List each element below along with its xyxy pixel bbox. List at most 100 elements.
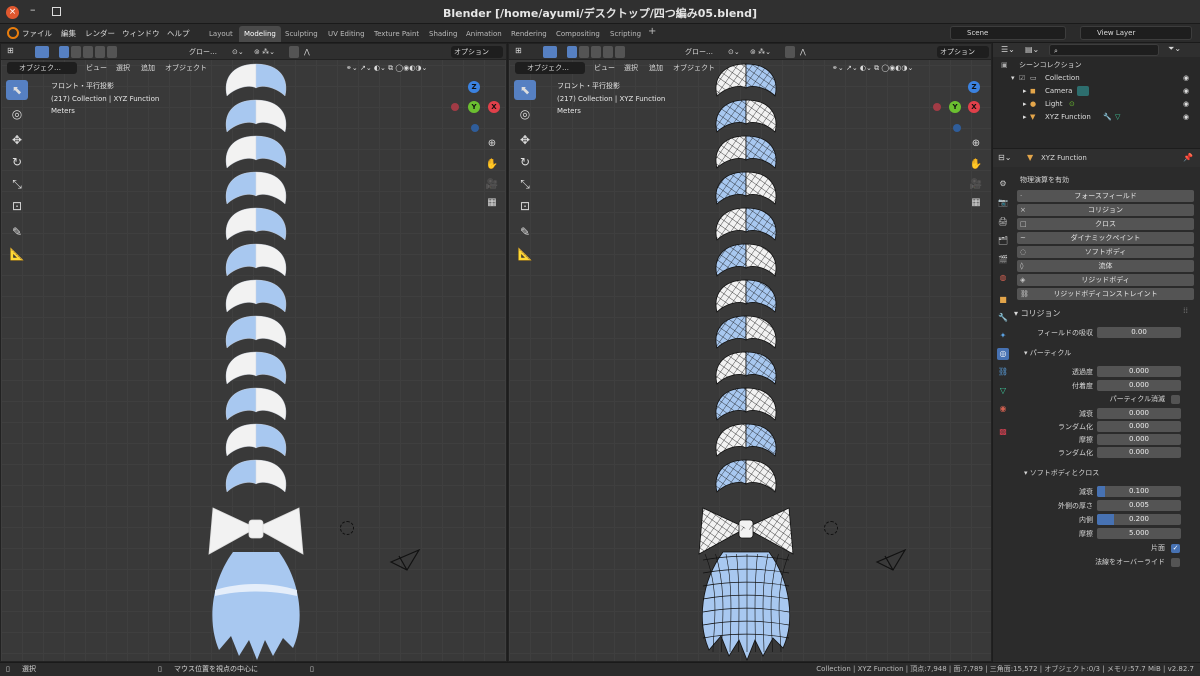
particle-panel-header[interactable]: ▾ パーティクル: [1024, 348, 1071, 358]
number-field[interactable]: 0.005: [1097, 500, 1181, 511]
scale-tool-icon[interactable]: ⤡: [514, 174, 536, 194]
viewport-left[interactable]: ⊞ グロー… ⊙⌄ ⊚ ⁂⌄ ⋀ オプション オブジェク… ビュー 選択 追加 …: [0, 43, 507, 662]
number-field[interactable]: 0.000: [1097, 408, 1181, 419]
editor-type-icon[interactable]: ⊞: [7, 46, 21, 58]
visibility-eye-icon[interactable]: ◉: [1183, 98, 1189, 111]
rotate-tool-icon[interactable]: ↻: [6, 152, 28, 172]
select-mode-intersect-icon[interactable]: [615, 46, 625, 58]
select-mode-subtract-icon[interactable]: [83, 46, 93, 58]
outliner-item-collection[interactable]: ▾ ☑ ▭ Collection ◉: [993, 72, 1200, 85]
gizmo-neg-x[interactable]: [451, 103, 459, 111]
gizmo-x[interactable]: X: [488, 101, 500, 113]
object-tab-icon[interactable]: ■: [997, 294, 1009, 306]
editor-type-icon[interactable]: ⊞: [515, 46, 529, 58]
shading-icons[interactable]: ⚭⌄ ↗⌄ ◐⌄ ⧉ ◯◉◐◑⌄: [343, 62, 430, 74]
particle-kill-checkbox[interactable]: [1171, 395, 1180, 404]
scene-selector[interactable]: Scene: [950, 26, 1066, 40]
camera-view-icon[interactable]: 🎥: [967, 175, 985, 193]
menu-add[interactable]: 追加: [138, 62, 158, 74]
physics-button-2[interactable]: □ クロス: [1017, 218, 1194, 230]
measure-tool-icon[interactable]: 📐: [514, 244, 536, 264]
cursor-tool-icon[interactable]: ◎: [514, 104, 536, 124]
filter-icon[interactable]: ⏷⌄: [1168, 44, 1181, 54]
output-tab-icon[interactable]: 🖨: [997, 216, 1009, 228]
options-dropdown[interactable]: オプション: [451, 46, 503, 58]
outliner-item-light[interactable]: ▸ ● Light ⊙ ◉: [993, 98, 1200, 111]
outliner-item-camera[interactable]: ▸ ◼ Camera ◉: [993, 85, 1200, 98]
checkbox-icon[interactable]: ☑: [1019, 72, 1025, 85]
workspace-tab-uv-editing[interactable]: UV Editing: [323, 26, 370, 42]
collision-panel-header[interactable]: ▾ コリジョン: [1014, 308, 1061, 319]
number-field[interactable]: 0.000: [1097, 366, 1181, 377]
expand-icon[interactable]: ▸: [1023, 111, 1027, 124]
select-tool-icon[interactable]: ⬉: [6, 80, 28, 100]
pivot-icon[interactable]: ⊙⌄: [725, 46, 743, 58]
snap-icon[interactable]: ⊚ ⁂⌄: [251, 46, 278, 58]
menu-view[interactable]: ビュー: [591, 62, 618, 74]
transform-tool-icon[interactable]: ⊡: [6, 196, 28, 216]
number-field[interactable]: 0.000: [1097, 380, 1181, 391]
workspace-tab-shading[interactable]: Shading: [424, 26, 462, 42]
modifier-tab-icon[interactable]: 🔧: [997, 312, 1009, 324]
select-box-tool-icon[interactable]: [543, 46, 557, 58]
gizmo-neg-z[interactable]: [471, 124, 479, 132]
shading-icons[interactable]: ⚭⌄ ↗⌄ ◐⌄ ⧉ ◯◉◐◑⌄: [829, 62, 916, 74]
menu-select[interactable]: 選択: [113, 62, 133, 74]
number-field[interactable]: 0.100: [1097, 486, 1181, 497]
rotate-tool-icon[interactable]: ↻: [514, 152, 536, 172]
braid-mesh-solid[interactable]: [201, 58, 311, 662]
light-icon[interactable]: [340, 521, 354, 535]
field-absorption-input[interactable]: 0.00: [1097, 327, 1181, 338]
camera-view-icon[interactable]: 🎥: [483, 175, 501, 193]
workspace-tab-scripting[interactable]: Scripting: [605, 26, 646, 42]
select-mode-extend-icon[interactable]: [579, 46, 589, 58]
menu-0[interactable]: ファイル: [22, 28, 52, 39]
properties-editor-icon[interactable]: ⊟⌄: [998, 153, 1011, 162]
expand-icon[interactable]: ▾: [1011, 72, 1015, 85]
gizmo-z[interactable]: Z: [468, 81, 480, 93]
view-layer-tab-icon[interactable]: 🗂: [997, 235, 1009, 247]
mode-dropdown[interactable]: オブジェク…: [515, 62, 585, 74]
add-workspace-icon[interactable]: +: [648, 26, 656, 37]
falloff-icon[interactable]: ⋀: [301, 46, 313, 58]
workspace-tab-rendering[interactable]: Rendering: [506, 26, 552, 42]
move-tool-icon[interactable]: ✥: [6, 130, 28, 150]
expand-icon[interactable]: ▸: [1023, 98, 1027, 111]
transform-orientation-dropdown[interactable]: グロー…: [675, 46, 716, 58]
visibility-eye-icon[interactable]: ◉: [1183, 111, 1189, 124]
scale-tool-icon[interactable]: ⤡: [6, 174, 28, 194]
gizmo-x[interactable]: X: [968, 101, 980, 113]
scene-tab-icon[interactable]: 🎬: [997, 254, 1009, 266]
braid-mesh-wireframe[interactable]: [691, 58, 801, 662]
transform-orientation-dropdown[interactable]: グロー…: [179, 46, 220, 58]
falloff-icon[interactable]: ⋀: [797, 46, 809, 58]
select-mode-new-icon[interactable]: [567, 46, 577, 58]
annotate-tool-icon[interactable]: ✎: [6, 222, 28, 242]
scene-collection-row[interactable]: ▣ シーンコレクション: [993, 59, 1200, 72]
select-mode-subtract-icon[interactable]: [591, 46, 601, 58]
softbody-panel-header[interactable]: ▾ ソフトボディとクロス: [1024, 468, 1099, 478]
move-tool-icon[interactable]: ✥: [514, 130, 536, 150]
number-field[interactable]: 0.000: [1097, 447, 1181, 458]
gizmo-y[interactable]: Y: [949, 101, 961, 113]
workspace-tab-layout[interactable]: Layout: [204, 26, 238, 42]
view-layer-selector[interactable]: View Layer: [1080, 26, 1192, 40]
number-field[interactable]: 0.000: [1097, 421, 1181, 432]
visibility-eye-icon[interactable]: ◉: [1183, 85, 1189, 98]
pin-icon[interactable]: 📌: [1183, 153, 1193, 162]
blender-logo-icon[interactable]: [7, 27, 19, 39]
gizmo-y[interactable]: Y: [468, 101, 480, 113]
pan-hand-icon[interactable]: ✋: [967, 155, 985, 173]
camera-object-icon[interactable]: [875, 548, 909, 572]
annotate-tool-icon[interactable]: ✎: [514, 222, 536, 242]
gizmo-z[interactable]: Z: [968, 81, 980, 93]
menu-view[interactable]: ビュー: [83, 62, 110, 74]
menu-4[interactable]: ヘルプ: [167, 28, 190, 39]
menu-2[interactable]: レンダー: [85, 28, 115, 39]
mode-dropdown[interactable]: オブジェク…: [7, 62, 77, 74]
workspace-tab-modeling[interactable]: Modeling: [239, 26, 281, 42]
ortho-grid-icon[interactable]: ▦: [483, 193, 501, 211]
physics-button-1[interactable]: × コリジョン: [1017, 204, 1194, 216]
menu-add[interactable]: 追加: [646, 62, 666, 74]
viewport-right[interactable]: ⊞ グロー… ⊙⌄ ⊚ ⁂⌄ ⋀ オプション オブジェク… ビュー 選択 追加 …: [508, 43, 992, 662]
